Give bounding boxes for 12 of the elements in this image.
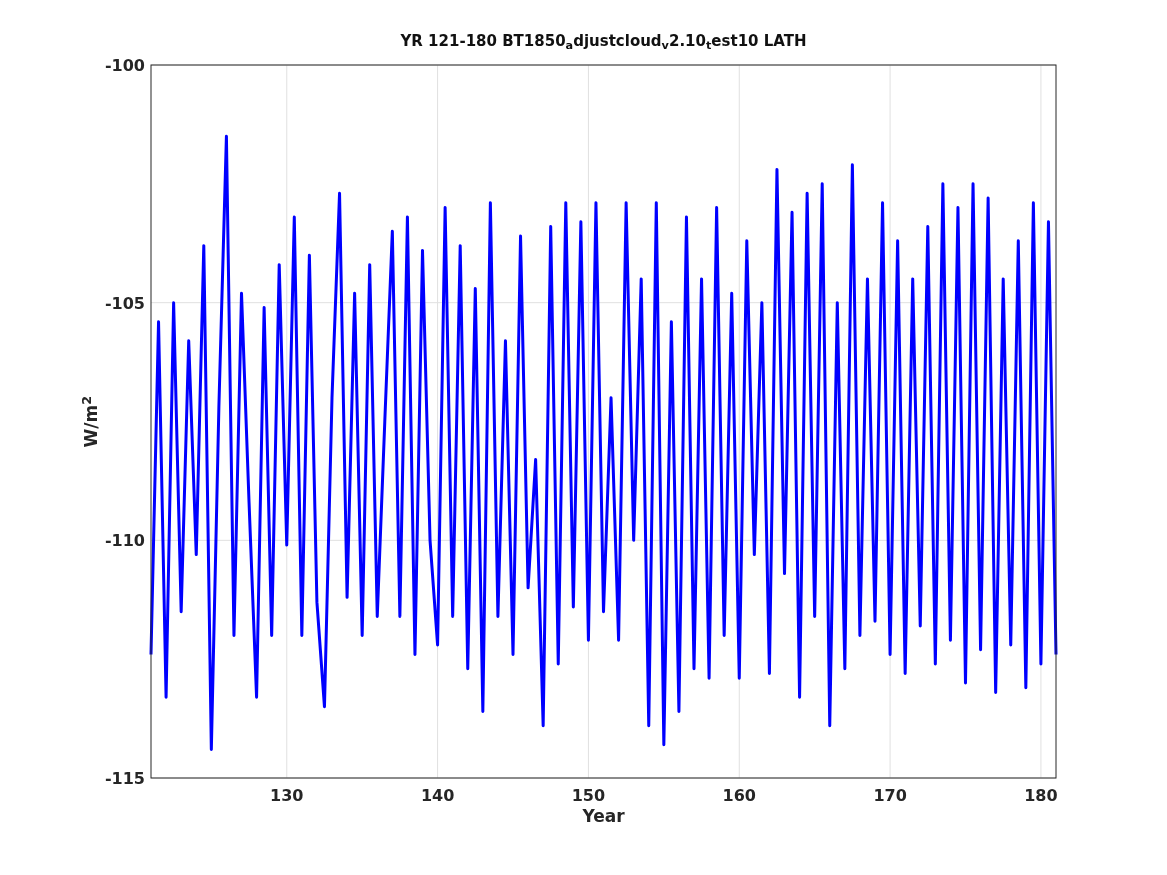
x-axis-label: Year xyxy=(582,806,625,826)
y-tick-label: -100 xyxy=(104,56,145,75)
x-tick-label: 150 xyxy=(571,786,606,805)
x-tick-label: 160 xyxy=(722,786,756,805)
x-tick-label: 130 xyxy=(270,786,304,805)
x-tick-label: 180 xyxy=(1024,786,1058,805)
y-tick-label: -110 xyxy=(104,531,145,551)
chart-title: YR 121-180 BT1850$_{a}$djustcloud$_{v}$2.10$_{t}$est10 LATH xyxy=(399,31,808,53)
y-tick-label: -115 xyxy=(104,769,145,788)
x-tick-label: 170 xyxy=(873,786,907,805)
x-tick-label: 140 xyxy=(420,786,455,805)
y-tick-label: -105 xyxy=(104,293,145,313)
